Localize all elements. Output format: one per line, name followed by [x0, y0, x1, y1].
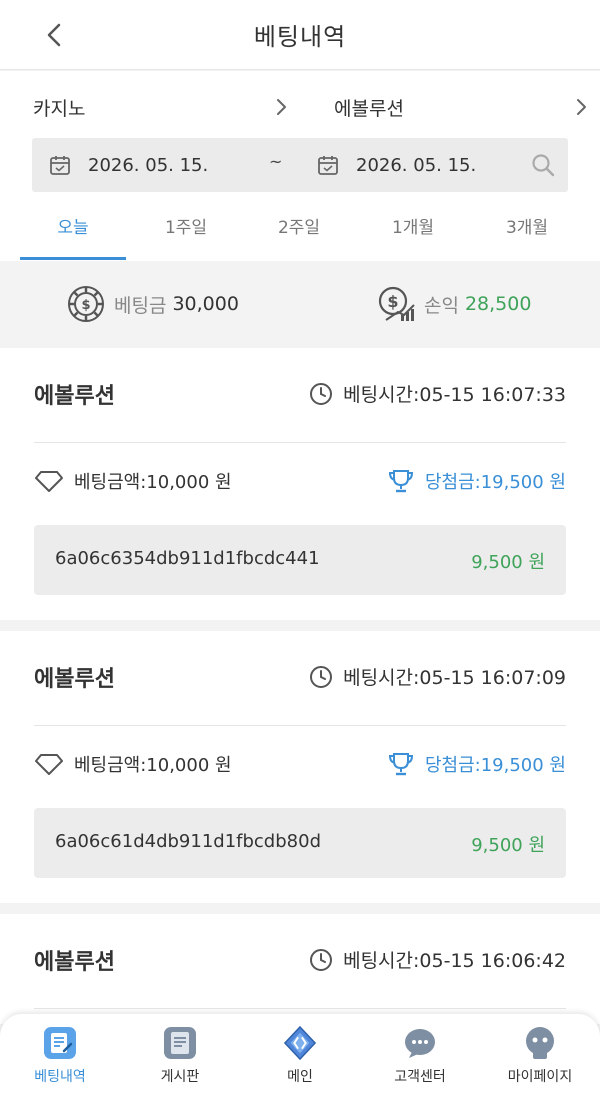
clock-icon [310, 948, 333, 971]
summary-bar: $ 베팅금 30,000 $ 손익 28,500 [0, 261, 600, 347]
date-from[interactable]: 2026. 05. 15. [88, 138, 208, 192]
calendar-icon[interactable] [317, 154, 339, 176]
chevron-right-icon[interactable] [572, 98, 590, 116]
bet-amount: 베팅금액:10,000 원 [34, 468, 232, 494]
bet-amount-text: 베팅금액:10,000 원 [74, 755, 232, 776]
diamond-icon [35, 754, 63, 775]
divider [34, 442, 566, 443]
bet-total-value: 30,000 [172, 293, 239, 315]
bet-total-label: 베팅금 [114, 294, 167, 317]
nav-customer-center[interactable]: 고객센터 [360, 1014, 480, 1094]
bottom-nav: 베팅내역 게시판 메인 고객센터 마이페이지 [0, 1014, 600, 1094]
nav-main[interactable]: 메인 [240, 1014, 360, 1094]
nav-label: 베팅내역 [34, 1069, 86, 1085]
nav-label: 게시판 [160, 1069, 200, 1085]
bet-game-name: 에볼루션 [34, 950, 115, 975]
calendar-icon[interactable] [49, 154, 71, 176]
nav-betting-history[interactable]: 베팅내역 [0, 1014, 120, 1094]
divider [34, 1008, 566, 1009]
customer-center-icon [405, 1029, 435, 1058]
win-amount-text: 당첨금:19,500 원 [424, 755, 566, 776]
nav-board[interactable]: 게시판 [120, 1014, 240, 1094]
bet-card[interactable]: 에볼루션 베팅시간:05-15 16:07:09 베팅금액:10,000 원 당… [0, 631, 600, 903]
profit-total-label: 손익 [424, 294, 459, 317]
app-header: 베팅내역 [0, 0, 600, 70]
bet-card[interactable]: 에볼루션 베팅시간:05-15 16:07:33 베팅금액:10,000 원 당… [0, 348, 600, 620]
bet-total: $ 베팅금 30,000 [66, 261, 239, 347]
bet-game-name: 에볼루션 [34, 667, 115, 692]
category-row: 카지노 에볼루션 [0, 89, 600, 125]
bet-amount: 베팅금액:10,000 원 [34, 751, 232, 777]
mypage-icon [526, 1027, 554, 1059]
bet-profit: 9,500 원 [471, 835, 545, 856]
chevron-right-icon[interactable] [272, 98, 290, 116]
game-select[interactable]: 에볼루션 [334, 89, 404, 125]
win-amount: 당첨금:19,500 원 [387, 751, 566, 777]
search-icon[interactable] [530, 152, 556, 178]
tab-today[interactable]: 오늘 [18, 205, 128, 261]
svg-text:$: $ [387, 292, 398, 311]
trophy-icon [388, 470, 413, 493]
casino-chip-icon: $ [68, 286, 104, 322]
date-separator: ~ [269, 152, 283, 171]
tab-3-months[interactable]: 3개월 [472, 205, 582, 261]
tab-1-week[interactable]: 1주일 [131, 205, 241, 261]
bet-time: 베팅시간:05-15 16:07:09 [309, 663, 566, 690]
nav-label: 마이페이지 [507, 1069, 573, 1085]
bet-time-text: 베팅시간:05-15 16:06:42 [343, 950, 566, 972]
bet-profit: 9,500 원 [471, 552, 545, 573]
chevron-left-icon [47, 23, 61, 47]
nav-mypage[interactable]: 마이페이지 [480, 1014, 600, 1094]
bet-time-text: 베팅시간:05-15 16:07:09 [343, 667, 566, 689]
profit-total: $ 손익 28,500 [376, 261, 531, 347]
bet-time: 베팅시간:05-15 16:06:42 [309, 946, 566, 973]
profit-total-value: 28,500 [464, 293, 532, 315]
profit-chart-icon: $ [378, 286, 415, 321]
nav-label: 메인 [287, 1069, 313, 1085]
category-select[interactable]: 카지노 [33, 89, 85, 125]
win-amount-text: 당첨금:19,500 원 [424, 472, 566, 493]
nav-label: 고객센터 [394, 1069, 446, 1085]
board-icon [164, 1027, 196, 1059]
bet-hash-id: 6a06c61d4db911d1fbcdb80d [55, 831, 321, 852]
clock-icon [310, 382, 333, 405]
page-title: 베팅내역 [253, 23, 347, 51]
period-tabs: 오늘 1주일 2주일 1개월 3개월 [0, 205, 600, 261]
trophy-icon [388, 753, 413, 776]
main-icon [283, 1025, 317, 1061]
diamond-icon [35, 471, 63, 492]
win-amount: 당첨금:19,500 원 [387, 468, 566, 494]
tab-2-weeks[interactable]: 2주일 [244, 205, 354, 261]
back-button[interactable] [36, 17, 72, 53]
bet-game-name: 에볼루션 [34, 384, 115, 409]
date-to[interactable]: 2026. 05. 15. [356, 138, 476, 192]
betting-history-icon [44, 1027, 76, 1059]
bet-amount-text: 베팅금액:10,000 원 [74, 472, 232, 493]
bet-detail-box: 6a06c6354db911d1fbcdc441 9,500 원 [34, 525, 566, 595]
bet-card[interactable]: 에볼루션 베팅시간:05-15 16:06:42 [0, 914, 600, 1024]
svg-text:$: $ [81, 298, 90, 313]
bet-time-text: 베팅시간:05-15 16:07:33 [343, 384, 566, 406]
clock-icon [310, 665, 333, 688]
active-tab-indicator [20, 257, 126, 260]
bet-detail-box: 6a06c61d4db911d1fbcdb80d 9,500 원 [34, 808, 566, 878]
date-range: 2026. 05. 15. ~ 2026. 05. 15. [32, 138, 568, 192]
filter-panel: 카지노 에볼루션 2026. 05. 15. ~ 2026. 05. 15. 오… [0, 71, 600, 261]
divider [34, 725, 566, 726]
tab-1-month[interactable]: 1개월 [358, 205, 468, 261]
bet-hash-id: 6a06c6354db911d1fbcdc441 [55, 548, 320, 569]
bet-time: 베팅시간:05-15 16:07:33 [309, 380, 566, 407]
